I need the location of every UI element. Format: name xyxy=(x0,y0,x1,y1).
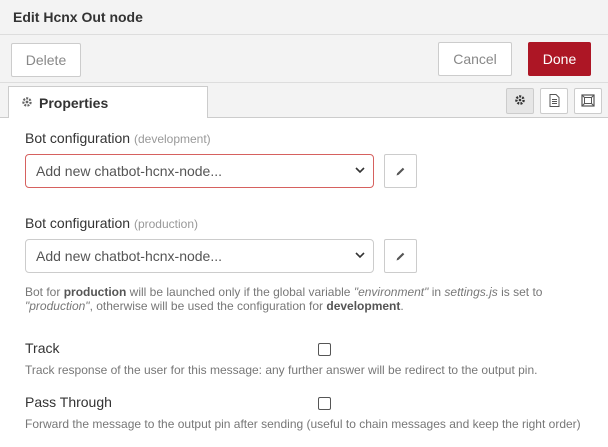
bot-dev-select-value: Add new chatbot-hcnx-node... xyxy=(36,163,223,179)
help-text-italic: "production" xyxy=(25,299,90,313)
pass-through-label: Pass Through xyxy=(25,394,112,410)
tab-bar: Properties xyxy=(0,83,608,119)
bot-prod-hint: (production) xyxy=(133,217,198,231)
pass-through-description: Forward the message to the output pin af… xyxy=(25,417,581,431)
node-appearance-button[interactable] xyxy=(574,88,602,114)
help-text-part: , otherwise will be used the configurati… xyxy=(89,299,327,313)
properties-panel: Bot configuration (development) Add new … xyxy=(0,118,608,447)
help-text-part: is set to xyxy=(497,285,543,299)
help-text-italic: "environment" xyxy=(353,285,429,299)
dialog-title: Edit Hcnx Out node xyxy=(13,9,143,25)
bot-prod-select[interactable]: Add new chatbot-hcnx-node... xyxy=(25,239,374,273)
pencil-icon xyxy=(396,167,405,176)
gear-icon xyxy=(515,95,525,105)
node-settings-button[interactable] xyxy=(506,88,534,114)
help-text-part: will be launched only if the global vari… xyxy=(126,285,354,299)
chevron-down-icon xyxy=(355,167,365,174)
done-button[interactable]: Done xyxy=(528,42,591,76)
help-text-part: in xyxy=(428,285,445,299)
document-icon xyxy=(549,94,559,107)
bot-prod-label-text: Bot configuration xyxy=(25,215,131,231)
gear-icon xyxy=(21,96,33,111)
pass-through-checkbox[interactable] xyxy=(318,397,331,410)
bot-prod-select-value: Add new chatbot-hcnx-node... xyxy=(36,248,223,264)
help-text-part: Bot for xyxy=(25,285,64,299)
help-text-part: . xyxy=(400,299,404,313)
tab-properties[interactable]: Properties xyxy=(8,86,208,119)
pencil-icon xyxy=(396,252,405,261)
bot-prod-edit-button[interactable] xyxy=(384,239,417,273)
bot-dev-select[interactable]: Add new chatbot-hcnx-node... xyxy=(25,154,374,188)
bot-dev-hint: (development) xyxy=(133,132,211,146)
environment-help-text: Bot for production will be launched only… xyxy=(25,285,585,313)
track-description: Track response of the user for this mess… xyxy=(25,363,538,377)
dialog-header: Edit Hcnx Out node xyxy=(0,0,608,35)
track-label: Track xyxy=(25,340,60,356)
track-checkbox[interactable] xyxy=(318,343,331,356)
bot-dev-edit-button[interactable] xyxy=(384,154,417,188)
chevron-down-icon xyxy=(355,252,365,259)
cancel-button[interactable]: Cancel xyxy=(438,42,512,76)
help-text-bold: production xyxy=(63,285,127,299)
delete-button[interactable]: Delete xyxy=(11,43,81,77)
help-text-bold: development xyxy=(326,299,401,313)
frame-icon xyxy=(581,94,595,107)
bot-dev-label: Bot configuration (development) xyxy=(25,130,211,146)
bot-dev-label-text: Bot configuration xyxy=(25,130,131,146)
dialog-action-bar: Delete Cancel Done xyxy=(0,35,608,83)
help-text-italic: settings.js xyxy=(444,285,498,299)
bot-prod-label: Bot configuration (production) xyxy=(25,215,198,231)
node-description-button[interactable] xyxy=(540,88,568,114)
tab-properties-label: Properties xyxy=(39,95,109,111)
